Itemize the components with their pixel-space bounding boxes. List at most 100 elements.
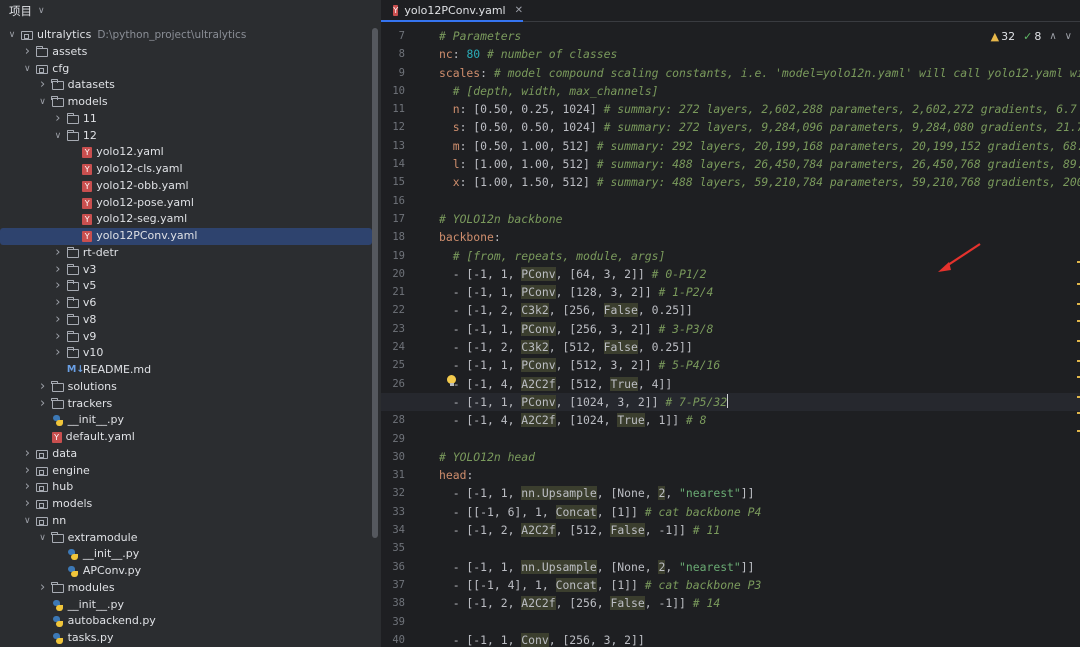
line-number[interactable]: 37 (381, 576, 429, 594)
tree-item-tasks-py[interactable]: tasks.py (0, 630, 372, 647)
line-number[interactable]: 31 (381, 466, 429, 484)
chevron-right-icon[interactable]: › (52, 345, 64, 362)
line-number[interactable]: 34 (381, 521, 429, 539)
tree-item-extramodule[interactable]: ∨ extramodule (0, 530, 372, 547)
line-number[interactable]: 33 (381, 503, 429, 521)
chevron-right-icon[interactable]: › (21, 496, 33, 513)
tree-item-modules[interactable]: › modules (0, 580, 372, 597)
line-number[interactable]: 10 (381, 82, 429, 100)
tree-item-nn[interactable]: ∨ nn (0, 513, 372, 530)
line-number[interactable]: 32 (381, 484, 429, 502)
code-line[interactable]: - [-1, 1, PConv, [1024, 3, 2]] # 7-P5/32 (381, 392, 1080, 412)
tree-item-cfg[interactable]: ∨ cfg (0, 61, 372, 78)
code-line[interactable]: n: [0.50, 0.25, 1024] # summary: 272 lay… (439, 100, 1080, 118)
code-line[interactable]: x: [1.00, 1.50, 512] # summary: 488 laye… (439, 173, 1080, 191)
line-number[interactable]: 30 (381, 448, 429, 466)
code-line[interactable]: - [-1, 1, PConv, [512, 3, 2]] # 5-P4/16 (439, 356, 1080, 374)
code-area[interactable]: # Parameters nc: 80 # number of classes sc… (381, 27, 1080, 647)
chevron-right-icon[interactable]: › (52, 111, 64, 128)
line-number[interactable]: 19 (381, 247, 429, 265)
chevron-right-icon[interactable]: › (52, 245, 64, 262)
tree-item-engine[interactable]: › engine (0, 463, 372, 480)
code-line[interactable]: - [-1, 2, A2C2f, [512, False, -1]] # 11 (439, 521, 1080, 539)
tree-item-assets[interactable]: › assets (0, 44, 372, 61)
code-line[interactable]: m: [0.50, 1.00, 512] # summary: 292 laye… (439, 137, 1080, 155)
chevron-down-icon[interactable]: ∨ (37, 530, 49, 547)
line-number[interactable]: 13 (381, 137, 429, 155)
tree-item-v9[interactable]: › v9 (0, 329, 372, 346)
tree-item-yolo12-pose-yaml[interactable]: Yyolo12-pose.yaml (0, 195, 372, 212)
chevron-right-icon[interactable]: › (37, 396, 49, 413)
chevron-right-icon[interactable]: › (21, 479, 33, 496)
chevron-right-icon[interactable]: › (52, 278, 64, 295)
code-line[interactable]: s: [0.50, 0.50, 1024] # summary: 272 lay… (439, 118, 1080, 136)
chevron-right-icon[interactable]: › (21, 463, 33, 480)
tree-item-readme-md[interactable]: M↓ README.md (0, 362, 372, 379)
line-number[interactable]: 9 (381, 64, 429, 82)
line-number[interactable]: 29 (381, 430, 429, 448)
tree-item-yolo12-cls-yaml[interactable]: Yyolo12-cls.yaml (0, 161, 372, 178)
chevron-right-icon[interactable]: › (37, 77, 49, 94)
tree-item-yolo12-yaml[interactable]: Yyolo12.yaml (0, 144, 372, 161)
tree-item-solutions[interactable]: › solutions (0, 379, 372, 396)
chevron-down-icon[interactable]: ∨ (38, 6, 45, 16)
tree-item-init-py[interactable]: __init__.py (0, 597, 372, 614)
tree-item-default-yaml[interactable]: Ydefault.yaml (0, 429, 372, 446)
chevron-right-icon[interactable]: › (52, 329, 64, 346)
tree-item-data[interactable]: › data (0, 446, 372, 463)
tree-item-yolo12-obb-yaml[interactable]: Yyolo12-obb.yaml (0, 178, 372, 195)
line-number[interactable]: 16 (381, 192, 429, 210)
code-line[interactable]: # [depth, width, max_channels] (439, 82, 1080, 100)
tree-item-v3[interactable]: › v3 (0, 262, 372, 279)
project-scrollbar[interactable] (372, 28, 378, 538)
chevron-right-icon[interactable]: › (37, 379, 49, 396)
tree-item-v8[interactable]: › v8 (0, 312, 372, 329)
code-line[interactable]: - [-1, 1, nn.Upsample, [None, 2, "neares… (439, 484, 1080, 502)
tree-item-v5[interactable]: › v5 (0, 278, 372, 295)
chevron-right-icon[interactable]: › (52, 295, 64, 312)
code-line[interactable]: l: [1.00, 1.00, 512] # summary: 488 laye… (439, 155, 1080, 173)
tree-item-ultralytics[interactable]: ∨ ultralytics D:\python_project\ultralytic… (0, 27, 372, 44)
line-number[interactable]: 21 (381, 283, 429, 301)
tree-item-apconv-py[interactable]: APConv.py (0, 563, 372, 580)
tree-item-11[interactable]: › 11 (0, 111, 372, 128)
tree-item-hub[interactable]: › hub (0, 479, 372, 496)
tree-item-models[interactable]: › models (0, 496, 372, 513)
chevron-down-icon[interactable]: ∨ (21, 61, 33, 78)
code-line[interactable]: - [-1, 1, PConv, [128, 3, 2]] # 1-P2/4 (439, 283, 1080, 301)
line-number[interactable]: 17 (381, 210, 429, 228)
code-line[interactable]: head: (439, 466, 1080, 484)
line-number[interactable]: 18 (381, 228, 429, 246)
line-number[interactable]: 36 (381, 558, 429, 576)
line-number[interactable]: 28 (381, 411, 429, 429)
line-number[interactable]: 26 (381, 375, 429, 393)
code-line[interactable]: # YOLO12n head (439, 448, 1080, 466)
chevron-down-icon[interactable]: ∨ (6, 27, 18, 44)
code-line[interactable]: nc: 80 # number of classes (439, 45, 1080, 63)
line-number[interactable]: 15 (381, 173, 429, 191)
chevron-right-icon[interactable]: › (21, 44, 33, 61)
code-line[interactable]: - [[-1, 6], 1, Concat, [1]] # cat backbo… (439, 503, 1080, 521)
tree-item-datasets[interactable]: › datasets (0, 77, 372, 94)
code-line[interactable]: # YOLO12n backbone (439, 210, 1080, 228)
line-number[interactable]: 14 (381, 155, 429, 173)
chevron-down-icon[interactable]: ∨ (21, 513, 33, 530)
lightbulb-icon[interactable] (447, 375, 456, 387)
line-number[interactable]: 22 (381, 301, 429, 319)
code-line[interactable]: scales: # model compound scaling constan… (439, 64, 1080, 82)
line-number[interactable]: 20 (381, 265, 429, 283)
code-line[interactable]: - [-1, 2, A2C2f, [256, False, -1]] # 14 (439, 594, 1080, 612)
line-number[interactable]: 39 (381, 613, 429, 631)
chevron-right-icon[interactable]: › (37, 580, 49, 597)
chevron-down-icon[interactable]: ∨ (37, 94, 49, 111)
tree-item-trackers[interactable]: › trackers (0, 396, 372, 413)
code-line[interactable]: - [-1, 1, nn.Upsample, [None, 2, "neares… (439, 558, 1080, 576)
line-number[interactable]: 38 (381, 594, 429, 612)
code-line[interactable] (439, 192, 1080, 210)
line-number[interactable]: 7 (381, 27, 429, 45)
line-number[interactable]: 8 (381, 45, 429, 63)
chevron-down-icon[interactable]: ∨ (52, 128, 64, 145)
code-line[interactable] (439, 539, 1080, 557)
tree-item-init-py[interactable]: __init__.py (0, 412, 372, 429)
project-panel-header[interactable]: 项目 ∨ (0, 0, 381, 22)
